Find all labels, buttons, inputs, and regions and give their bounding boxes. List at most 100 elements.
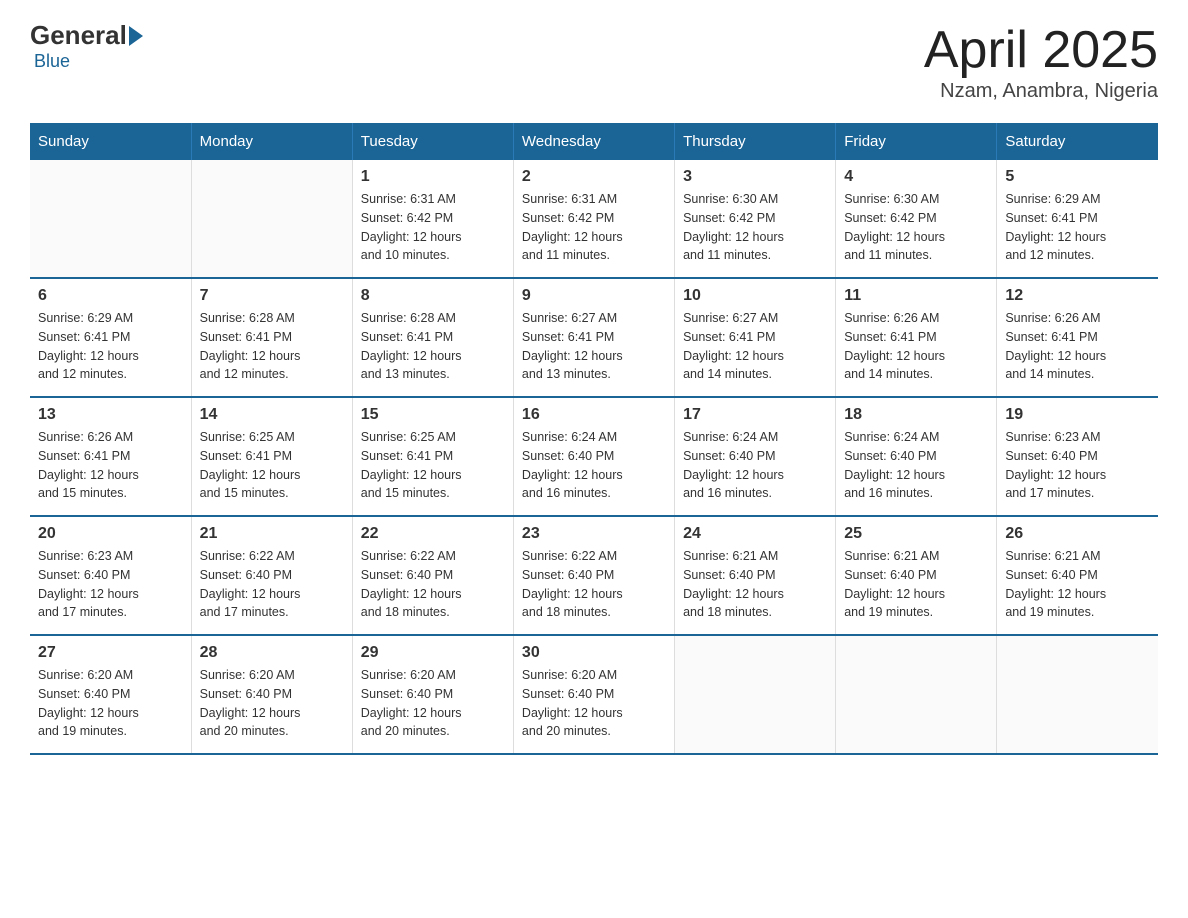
day-cell — [997, 635, 1158, 754]
page-header: General Blue April 2025 Nzam, Anambra, N… — [30, 20, 1158, 103]
day-number: 23 — [522, 525, 666, 543]
day-number: 5 — [1005, 168, 1150, 186]
day-cell: 24 Sunrise: 6:21 AMSunset: 6:40 PMDayligh… — [675, 516, 836, 635]
day-detail: Sunrise: 6:23 AMSunset: 6:40 PMDaylight:… — [38, 547, 183, 622]
header-cell-thursday: Thursday — [675, 123, 836, 160]
header-cell-saturday: Saturday — [997, 123, 1158, 160]
day-cell: 10 Sunrise: 6:27 AMSunset: 6:41 PMDayligh… — [675, 278, 836, 397]
day-cell: 11 Sunrise: 6:26 AMSunset: 6:41 PMDayligh… — [836, 278, 997, 397]
day-detail: Sunrise: 6:21 AMSunset: 6:40 PMDaylight:… — [844, 547, 988, 622]
header-cell-friday: Friday — [836, 123, 997, 160]
day-cell: 28 Sunrise: 6:20 AMSunset: 6:40 PMDayligh… — [191, 635, 352, 754]
day-cell: 23 Sunrise: 6:22 AMSunset: 6:40 PMDayligh… — [513, 516, 674, 635]
day-number: 1 — [361, 168, 505, 186]
day-cell: 22 Sunrise: 6:22 AMSunset: 6:40 PMDayligh… — [352, 516, 513, 635]
day-detail: Sunrise: 6:31 AMSunset: 6:42 PMDaylight:… — [361, 190, 505, 265]
day-number: 7 — [200, 287, 344, 305]
day-cell: 14Sunrise: 6:25 AMSunset: 6:41 PMDayligh… — [191, 397, 352, 516]
day-detail: Sunrise: 6:22 AMSunset: 6:40 PMDaylight:… — [522, 547, 666, 622]
day-cell: 9Sunrise: 6:27 AMSunset: 6:41 PMDaylight… — [513, 278, 674, 397]
day-number: 20 — [38, 525, 183, 543]
calendar-title: April 2025 — [924, 20, 1158, 80]
calendar-subtitle: Nzam, Anambra, Nigeria — [924, 80, 1158, 103]
day-number: 8 — [361, 287, 505, 305]
week-row-2: 6 Sunrise: 6:29 AMSunset: 6:41 PMDaylight… — [30, 278, 1158, 397]
day-detail: Sunrise: 6:27 AMSunset: 6:41 PMDaylight:… — [683, 309, 827, 384]
calendar-body: 1 Sunrise: 6:31 AMSunset: 6:42 PMDaylight… — [30, 160, 1158, 754]
day-detail: Sunrise: 6:21 AMSunset: 6:40 PMDaylight:… — [683, 547, 827, 622]
day-detail: Sunrise: 6:24 AMSunset: 6:40 PMDaylight:… — [683, 428, 827, 503]
day-number: 21 — [200, 525, 344, 543]
day-cell: 26 Sunrise: 6:21 AMSunset: 6:40 PMDayligh… — [997, 516, 1158, 635]
week-row-5: 27Sunrise: 6:20 AMSunset: 6:40 PMDayligh… — [30, 635, 1158, 754]
day-cell: 21 Sunrise: 6:22 AMSunset: 6:40 PMDayligh… — [191, 516, 352, 635]
day-detail: Sunrise: 6:20 AMSunset: 6:40 PMDaylight:… — [522, 666, 666, 741]
day-number: 24 — [683, 525, 827, 543]
day-cell: 1 Sunrise: 6:31 AMSunset: 6:42 PMDaylight… — [352, 160, 513, 278]
week-row-1: 1 Sunrise: 6:31 AMSunset: 6:42 PMDaylight… — [30, 160, 1158, 278]
logo-blue-text: Blue — [34, 51, 70, 71]
day-cell: 6 Sunrise: 6:29 AMSunset: 6:41 PMDaylight… — [30, 278, 191, 397]
day-cell: 13 Sunrise: 6:26 AMSunset: 6:41 PMDayligh… — [30, 397, 191, 516]
day-number: 16 — [522, 406, 666, 424]
day-detail: Sunrise: 6:26 AMSunset: 6:41 PMDaylight:… — [38, 428, 183, 503]
day-detail: Sunrise: 6:29 AMSunset: 6:41 PMDaylight:… — [1005, 190, 1150, 265]
day-detail: Sunrise: 6:25 AMSunset: 6:41 PMDaylight:… — [361, 428, 505, 503]
day-detail: Sunrise: 6:28 AMSunset: 6:41 PMDaylight:… — [200, 309, 344, 384]
day-cell: 3 Sunrise: 6:30 AMSunset: 6:42 PMDaylight… — [675, 160, 836, 278]
day-cell: 16 Sunrise: 6:24 AMSunset: 6:40 PMDayligh… — [513, 397, 674, 516]
logo: General Blue — [30, 20, 145, 72]
day-number: 10 — [683, 287, 827, 305]
day-cell: 7 Sunrise: 6:28 AMSunset: 6:41 PMDaylight… — [191, 278, 352, 397]
day-number: 13 — [38, 406, 183, 424]
day-number: 26 — [1005, 525, 1150, 543]
header-cell-wednesday: Wednesday — [513, 123, 674, 160]
calendar-header: SundayMondayTuesdayWednesdayThursdayFrid… — [30, 123, 1158, 160]
day-number: 29 — [361, 644, 505, 662]
day-detail: Sunrise: 6:24 AMSunset: 6:40 PMDaylight:… — [844, 428, 988, 503]
calendar-table: SundayMondayTuesdayWednesdayThursdayFrid… — [30, 123, 1158, 755]
header-cell-tuesday: Tuesday — [352, 123, 513, 160]
day-detail: Sunrise: 6:29 AMSunset: 6:41 PMDaylight:… — [38, 309, 183, 384]
day-number: 15 — [361, 406, 505, 424]
day-number: 17 — [683, 406, 827, 424]
day-number: 11 — [844, 287, 988, 305]
day-number: 28 — [200, 644, 344, 662]
logo-arrow-icon — [129, 26, 143, 46]
day-detail: Sunrise: 6:20 AMSunset: 6:40 PMDaylight:… — [200, 666, 344, 741]
week-row-3: 13 Sunrise: 6:26 AMSunset: 6:41 PMDayligh… — [30, 397, 1158, 516]
day-number: 19 — [1005, 406, 1150, 424]
day-detail: Sunrise: 6:26 AMSunset: 6:41 PMDaylight:… — [1005, 309, 1150, 384]
day-cell: 4 Sunrise: 6:30 AMSunset: 6:42 PMDaylight… — [836, 160, 997, 278]
day-detail: Sunrise: 6:25 AMSunset: 6:41 PMDaylight:… — [200, 428, 344, 503]
day-number: 9 — [522, 287, 666, 305]
day-number: 12 — [1005, 287, 1150, 305]
day-cell: 20 Sunrise: 6:23 AMSunset: 6:40 PMDayligh… — [30, 516, 191, 635]
day-detail: Sunrise: 6:30 AMSunset: 6:42 PMDaylight:… — [844, 190, 988, 265]
day-detail: Sunrise: 6:30 AMSunset: 6:42 PMDaylight:… — [683, 190, 827, 265]
header-cell-sunday: Sunday — [30, 123, 191, 160]
header-cell-monday: Monday — [191, 123, 352, 160]
header-row: SundayMondayTuesdayWednesdayThursdayFrid… — [30, 123, 1158, 160]
day-detail: Sunrise: 6:22 AMSunset: 6:40 PMDaylight:… — [200, 547, 344, 622]
day-number: 6 — [38, 287, 183, 305]
day-detail: Sunrise: 6:24 AMSunset: 6:40 PMDaylight:… — [522, 428, 666, 503]
day-detail: Sunrise: 6:28 AMSunset: 6:41 PMDaylight:… — [361, 309, 505, 384]
logo-general-text: General — [30, 20, 127, 51]
day-cell: 29Sunrise: 6:20 AMSunset: 6:40 PMDayligh… — [352, 635, 513, 754]
day-number: 4 — [844, 168, 988, 186]
day-cell: 5 Sunrise: 6:29 AMSunset: 6:41 PMDaylight… — [997, 160, 1158, 278]
day-cell: 15 Sunrise: 6:25 AMSunset: 6:41 PMDayligh… — [352, 397, 513, 516]
week-row-4: 20 Sunrise: 6:23 AMSunset: 6:40 PMDayligh… — [30, 516, 1158, 635]
day-detail: Sunrise: 6:21 AMSunset: 6:40 PMDaylight:… — [1005, 547, 1150, 622]
day-cell: 27Sunrise: 6:20 AMSunset: 6:40 PMDayligh… — [30, 635, 191, 754]
day-cell — [675, 635, 836, 754]
day-number: 30 — [522, 644, 666, 662]
day-number: 22 — [361, 525, 505, 543]
day-cell: 8 Sunrise: 6:28 AMSunset: 6:41 PMDaylight… — [352, 278, 513, 397]
day-number: 3 — [683, 168, 827, 186]
day-detail: Sunrise: 6:26 AMSunset: 6:41 PMDaylight:… — [844, 309, 988, 384]
day-cell — [191, 160, 352, 278]
day-detail: Sunrise: 6:22 AMSunset: 6:40 PMDaylight:… — [361, 547, 505, 622]
day-cell — [836, 635, 997, 754]
